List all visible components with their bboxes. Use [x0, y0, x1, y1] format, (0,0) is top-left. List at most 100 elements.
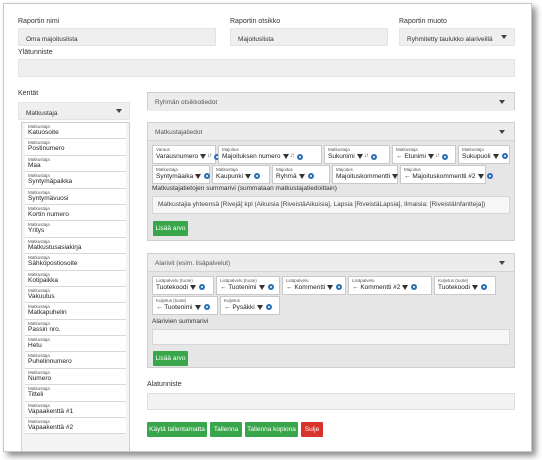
field-category-select[interactable]: Matkustaja [18, 102, 130, 120]
report-column-chip[interactable]: Kuljetus (tuote) Tuotekoodi [434, 276, 496, 295]
field-list-item[interactable]: Matkustaja Syntymäpaikka [25, 172, 126, 189]
filter-icon[interactable] [245, 173, 252, 179]
sort-icon[interactable]: ↓↑ [290, 152, 295, 161]
gear-icon[interactable] [204, 173, 211, 180]
report-column-chip[interactable]: Majoitus Majoituksen numero ↓↑ [218, 145, 322, 164]
report-column-chip[interactable]: Matkustaja Sukupuoli [458, 145, 510, 164]
sort-icon[interactable]: ↓↑ [207, 152, 212, 161]
chip-name: Ryhmä [276, 173, 297, 180]
filter-icon[interactable] [428, 154, 434, 159]
filter-icon[interactable] [282, 154, 289, 159]
gear-icon[interactable] [336, 284, 343, 291]
field-list-item[interactable]: Matkustaja Postinumero [25, 139, 126, 156]
report-column-chip[interactable]: Lisäpalvelu ← Kommentti #2 [348, 276, 432, 295]
field-list-item[interactable]: Matkustaja Vakuutus [25, 286, 126, 304]
report-column-chip[interactable]: Majoitus Majoituskommentti [332, 165, 408, 184]
filter-icon[interactable] [258, 284, 265, 290]
arrow-left-icon[interactable]: ← [156, 304, 164, 311]
use-without-saving-button[interactable]: Käytä tallentamatta [147, 422, 207, 437]
filter-icon[interactable] [194, 304, 201, 310]
gear-icon[interactable] [486, 173, 493, 180]
close-button[interactable]: Sulje [301, 422, 323, 437]
gear-icon[interactable] [203, 304, 210, 311]
report-column-chip[interactable]: Kuljetus (tuote) ← Tuotenimi [152, 296, 218, 315]
report-column-chip[interactable]: Matkustaja ← Etunimi ↓↑ [392, 145, 456, 164]
chevron-down-icon [501, 35, 508, 40]
gear-icon[interactable] [307, 173, 314, 180]
field-list-item[interactable]: Matkustaja Kotipaikka [25, 270, 126, 287]
sort-icon[interactable]: ↓↑ [364, 152, 369, 161]
field-list-item[interactable]: Matkustaja Vapaakenttä #2 [25, 418, 126, 435]
report-column-chip[interactable]: Varaus Varausnumero ↓↑ [152, 145, 221, 164]
field-list-item[interactable]: Matkustaja Kortin numero [25, 204, 126, 222]
sort-icon[interactable]: ↓↑ [435, 152, 440, 161]
traveler-summary-input[interactable]: Matkustajia yhteensä [Rivejä] kpl (Aikui… [152, 196, 510, 214]
report-column-chip[interactable]: Matkustaja Kaupunki [212, 165, 270, 184]
gear-icon[interactable] [501, 153, 508, 160]
header-row-input[interactable] [18, 59, 515, 77]
gear-icon[interactable] [198, 284, 205, 291]
subrows-add-value-button[interactable]: Lisää arvo [153, 351, 188, 366]
report-title-input[interactable]: Majoituslista [230, 28, 388, 46]
arrow-left-icon[interactable]: ← [220, 284, 228, 291]
field-list-item[interactable]: Matkustaja Syntymävuosi [25, 188, 126, 205]
field-item-name: Titteli [28, 391, 44, 399]
field-list-item[interactable]: Matkustaja Passin nro. [25, 319, 126, 337]
group-header-panel[interactable]: Ryhmän otsikkotiedot [147, 92, 515, 111]
report-column-chip[interactable]: Kuljetus ← Pysäkki [220, 296, 280, 315]
gear-icon[interactable] [442, 153, 448, 160]
report-column-chip[interactable]: Lisäpalvelu ← Kommentti [282, 276, 346, 295]
subrows-summary-input[interactable] [152, 329, 510, 345]
field-list-item[interactable]: Matkustaja Titteli [25, 385, 126, 402]
field-list-item[interactable]: Matkustaja Vapaakenttä #1 [25, 401, 126, 419]
gear-icon[interactable] [296, 153, 303, 160]
gear-icon[interactable] [267, 284, 274, 291]
report-format-select[interactable]: Ryhmitetty taulukko alariveillä [399, 28, 515, 46]
field-list-item[interactable]: Matkustaja Sähköpostiosoite [25, 254, 126, 271]
filter-icon[interactable] [327, 284, 334, 290]
traveler-panel-head[interactable]: Matkustajatiedot [148, 123, 514, 141]
report-column-chip[interactable]: Lisäpalvelu (tuote) Tuotekoodi [152, 276, 214, 295]
field-list-item[interactable]: Matkustaja Maa [25, 155, 126, 173]
filter-icon[interactable] [256, 304, 263, 310]
field-list-item[interactable]: Matkustaja Numero [25, 368, 126, 386]
filter-icon[interactable] [189, 284, 196, 290]
report-column-chip[interactable]: Majoitus ← Majoituskommentti #2 [400, 165, 493, 184]
chevron-down-icon [116, 109, 123, 114]
report-column-chip[interactable]: Matkustaja Syntymäaika [152, 165, 211, 184]
gear-icon[interactable] [265, 304, 272, 311]
field-list-item[interactable]: Matkustaja Matkustusasiakirja [25, 237, 126, 255]
filter-icon[interactable] [392, 173, 399, 179]
gear-icon[interactable] [480, 284, 487, 291]
group-header-head[interactable]: Ryhmän otsikkotiedot [148, 93, 514, 111]
field-list-item[interactable]: Matkustaja Matkapuhelin [25, 303, 126, 320]
subrows-panel-head[interactable]: Alarivit (esim. lisäpalvelut) [148, 254, 514, 272]
filter-icon[interactable] [298, 173, 305, 179]
gear-icon[interactable] [370, 153, 377, 160]
filter-icon[interactable] [471, 284, 478, 290]
report-column-chip[interactable]: Majoitus Ryhmä [272, 165, 330, 184]
save-as-copy-button[interactable]: Tallenna kopiona [245, 422, 298, 437]
field-item-name: Maa [28, 161, 41, 169]
field-list-item[interactable]: Matkustaja Katuosoite [25, 123, 126, 140]
subrows-panel: Alarivit (esim. lisäpalvelut) Lisäpalvel… [147, 253, 515, 368]
field-list-item[interactable]: Matkustaja Yritys [25, 221, 126, 238]
filter-icon[interactable] [402, 284, 409, 290]
filter-icon[interactable] [200, 154, 207, 159]
filter-icon[interactable] [492, 153, 499, 159]
filter-icon[interactable] [477, 173, 484, 179]
report-column-chip[interactable]: Lisäpalvelu (tuote) ← Tuotenimi [216, 276, 280, 295]
filter-icon[interactable] [356, 154, 363, 159]
field-list-item[interactable]: Matkustaja Hetu [25, 336, 126, 353]
chip-name: Majoituksen numero [222, 153, 281, 161]
footer-input[interactable] [147, 393, 515, 410]
save-button[interactable]: Tallenna [210, 422, 242, 437]
report-name-input[interactable]: Oma majoituslista [18, 28, 216, 46]
filter-icon[interactable] [195, 173, 202, 179]
gear-icon[interactable] [411, 284, 418, 291]
field-item-name: Yritys [28, 227, 45, 235]
field-list-item[interactable]: Matkustaja Puhelinnumero [25, 352, 126, 369]
gear-icon[interactable] [254, 173, 261, 180]
traveler-add-value-button[interactable]: Lisää arvo [153, 221, 188, 236]
report-column-chip[interactable]: Matkustaja Sukunimi ↓↑ [324, 145, 390, 164]
